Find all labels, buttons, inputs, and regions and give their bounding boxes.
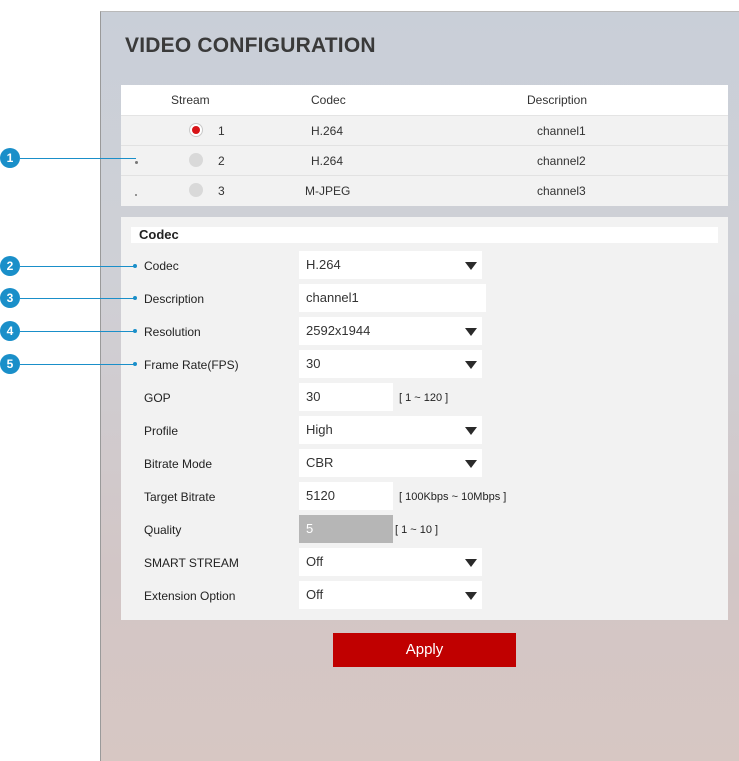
table-row[interactable]: 1 H.264 channel1	[121, 116, 728, 146]
dropdown-arrow-icon	[465, 328, 477, 336]
stream-description: channel1	[537, 124, 586, 138]
section-header: Codec	[131, 227, 718, 243]
stream-codec: M-JPEG	[305, 184, 351, 198]
gop-label: GOP	[144, 391, 171, 405]
section-title: Codec	[139, 227, 179, 242]
stream-description: channel3	[537, 184, 586, 198]
target-bitrate-row: Target Bitrate 5120 [ 100Kbps ~ 10Mbps ]	[121, 482, 728, 512]
dropdown-arrow-icon	[465, 427, 477, 435]
smart-stream-row: SMART STREAM Off	[121, 548, 728, 578]
dropdown-arrow-icon	[465, 592, 477, 600]
callout-badge: 3	[0, 288, 20, 308]
stream-table: Stream Codec Description 1 H.264 channel…	[121, 85, 728, 206]
callout-line	[20, 298, 135, 299]
description-input[interactable]: channel1	[299, 284, 486, 312]
dropdown-arrow-icon	[465, 262, 477, 270]
extension-option-value: Off	[306, 587, 324, 602]
description-label: Description	[144, 292, 205, 306]
description-value: channel1	[306, 290, 359, 305]
frame-rate-label: Frame Rate(FPS)	[144, 358, 239, 372]
gop-input[interactable]: 30	[299, 383, 393, 411]
gop-range: [ 1 ~ 120 ]	[399, 392, 449, 404]
profile-row: Profile High	[121, 416, 728, 446]
smart-stream-select[interactable]: Off	[299, 548, 482, 576]
stream-radio-1[interactable]	[189, 123, 203, 137]
stream-radio-2[interactable]	[189, 153, 203, 167]
stream-codec: H.264	[311, 154, 344, 168]
callout-dot	[133, 362, 137, 366]
callout-line	[20, 266, 135, 267]
dropdown-arrow-icon	[465, 559, 477, 567]
callout-badge: 5	[0, 354, 20, 374]
stream-codec: H.264	[311, 124, 344, 138]
extension-option-row: Extension Option Off	[121, 581, 728, 611]
bitrate-mode-label: Bitrate Mode	[144, 457, 213, 471]
dropdown-arrow-icon	[465, 460, 477, 468]
codec-settings-panel: Codec Codec H.264 Description channel1 R…	[121, 217, 728, 620]
bitrate-mode-value: CBR	[306, 455, 334, 470]
quality-label: Quality	[144, 523, 182, 537]
row-marker-dot	[135, 161, 138, 164]
quality-input: 5	[299, 515, 393, 543]
header-description: Description	[527, 93, 588, 107]
gop-row: GOP 30 [ 1 ~ 120 ]	[121, 383, 728, 413]
row-marker-dot	[135, 194, 137, 196]
callout-dot	[133, 296, 137, 300]
profile-value: High	[306, 422, 333, 437]
smart-stream-label: SMART STREAM	[144, 556, 239, 570]
page-title: VIDEO CONFIGURATION	[125, 34, 376, 57]
stream-number: 2	[218, 154, 225, 168]
table-row[interactable]: 3 M-JPEG channel3	[121, 176, 728, 205]
resolution-label: Resolution	[144, 325, 201, 339]
codec-label: Codec	[144, 259, 179, 273]
target-bitrate-input[interactable]: 5120	[299, 482, 393, 510]
quality-value: 5	[306, 521, 314, 536]
extension-option-select[interactable]: Off	[299, 581, 482, 609]
callout-line	[20, 331, 135, 332]
stream-description: channel2	[537, 154, 586, 168]
frame-rate-select[interactable]: 30	[299, 350, 482, 378]
callout-line	[20, 158, 136, 159]
quality-row: Quality 5 [ 1 ~ 10 ]	[121, 515, 728, 545]
dropdown-arrow-icon	[465, 361, 477, 369]
target-bitrate-range: [ 100Kbps ~ 10Mbps ]	[399, 491, 507, 503]
smart-stream-value: Off	[306, 554, 324, 569]
extension-option-label: Extension Option	[144, 589, 236, 603]
apply-button[interactable]: Apply	[333, 633, 516, 667]
description-row: Description channel1	[121, 284, 728, 314]
table-row[interactable]: 2 H.264 channel2	[121, 146, 728, 176]
profile-select[interactable]: High	[299, 416, 482, 444]
stream-number: 1	[218, 124, 225, 138]
codec-row: Codec H.264	[121, 251, 728, 281]
header-codec: Codec	[311, 93, 346, 107]
quality-range: [ 1 ~ 10 ]	[395, 524, 439, 536]
callout-dot	[133, 264, 137, 268]
header-stream: Stream	[171, 93, 210, 107]
bitrate-mode-select[interactable]: CBR	[299, 449, 482, 477]
codec-value: H.264	[306, 257, 341, 272]
target-bitrate-value: 5120	[306, 488, 335, 503]
resolution-value: 2592x1944	[306, 323, 371, 338]
table-header: Stream Codec Description	[121, 85, 728, 116]
resolution-row: Resolution 2592x1944	[121, 317, 728, 347]
callout-line	[20, 364, 135, 365]
stream-number: 3	[218, 184, 225, 198]
gop-value: 30	[306, 389, 321, 404]
bitrate-mode-row: Bitrate Mode CBR	[121, 449, 728, 479]
callout-badge: 1	[0, 148, 20, 168]
callout-badge: 4	[0, 321, 20, 341]
callout-badge: 2	[0, 256, 20, 276]
stream-radio-3[interactable]	[189, 183, 203, 197]
resolution-select[interactable]: 2592x1944	[299, 317, 482, 345]
profile-label: Profile	[144, 424, 179, 438]
frame-rate-value: 30	[306, 356, 321, 371]
codec-select[interactable]: H.264	[299, 251, 482, 279]
callout-dot	[133, 329, 137, 333]
frame-rate-row: Frame Rate(FPS) 30	[121, 350, 728, 380]
target-bitrate-label: Target Bitrate	[144, 490, 216, 504]
